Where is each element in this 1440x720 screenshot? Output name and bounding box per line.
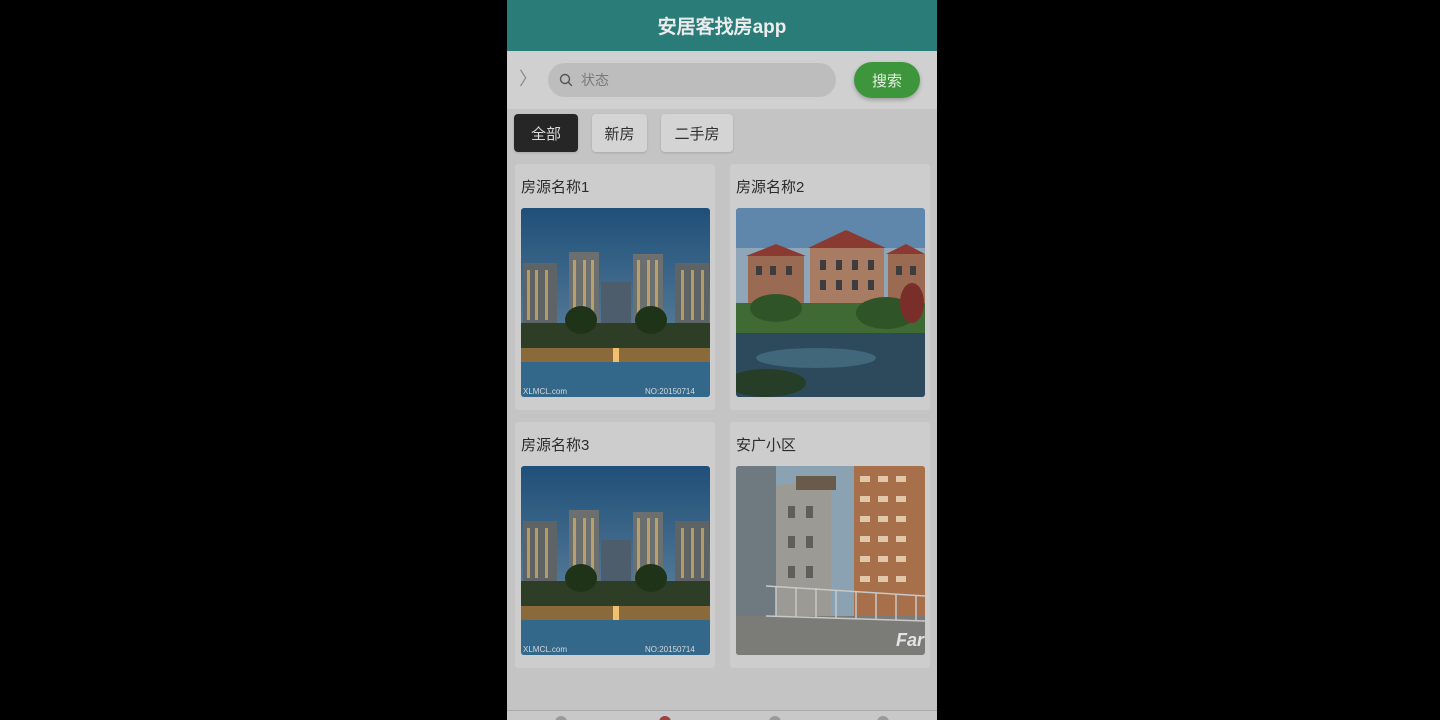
listing-card[interactable]: 房源名称1 XLMCL.com NO:20150714 bbox=[515, 164, 715, 410]
tab-second-hand[interactable]: 二手房 bbox=[661, 114, 733, 152]
category-tabs: 全部 新房 二手房 bbox=[507, 109, 937, 157]
listing-card[interactable]: 安广小区 Far bbox=[730, 422, 930, 668]
tab-new-house[interactable]: 新房 bbox=[592, 114, 647, 152]
listing-image[interactable]: Far bbox=[736, 466, 925, 655]
bottom-nav bbox=[507, 710, 937, 720]
phone-screen: 安居客找房app 〉 搜索 全部 新房 二手房 房源名称1 bbox=[507, 0, 937, 720]
listing-image[interactable]: XLMCL.com NO:20150714 bbox=[521, 208, 710, 397]
watermark-text: NO:20150714 bbox=[645, 387, 695, 396]
listing-image[interactable] bbox=[736, 208, 925, 397]
search-bar: 〉 搜索 bbox=[507, 51, 937, 109]
home-icon[interactable] bbox=[555, 716, 567, 720]
listing-title: 安广小区 bbox=[736, 437, 797, 454]
listing-image[interactable]: XLMCL.com NO:20150714 bbox=[521, 466, 710, 655]
watermark-text: XLMCL.com bbox=[523, 645, 567, 654]
app-title: 安居客找房app bbox=[657, 17, 787, 38]
listing-title: 房源名称3 bbox=[521, 437, 590, 454]
search-button[interactable]: 搜索 bbox=[854, 62, 920, 98]
listing-title: 房源名称2 bbox=[736, 179, 805, 196]
message-icon[interactable] bbox=[769, 716, 781, 720]
watermark-text: NO:20150714 bbox=[645, 645, 695, 654]
watermark-text: XLMCL.com bbox=[523, 387, 567, 396]
search-input[interactable] bbox=[579, 71, 823, 89]
search-box[interactable] bbox=[548, 63, 836, 97]
tab-all[interactable]: 全部 bbox=[514, 114, 578, 152]
listing-card[interactable]: 房源名称3 XLMCL.com NO:20150714 bbox=[515, 422, 715, 668]
watermark-text: Far bbox=[896, 630, 925, 650]
chevron-right-icon[interactable]: 〉 bbox=[519, 69, 537, 89]
listing-title: 房源名称1 bbox=[521, 179, 590, 196]
listing-card[interactable]: 房源名称2 bbox=[730, 164, 930, 410]
search-icon bbox=[559, 73, 573, 87]
heart-icon[interactable] bbox=[659, 716, 671, 720]
user-icon[interactable] bbox=[877, 716, 889, 720]
app-header: 安居客找房app bbox=[507, 0, 937, 51]
